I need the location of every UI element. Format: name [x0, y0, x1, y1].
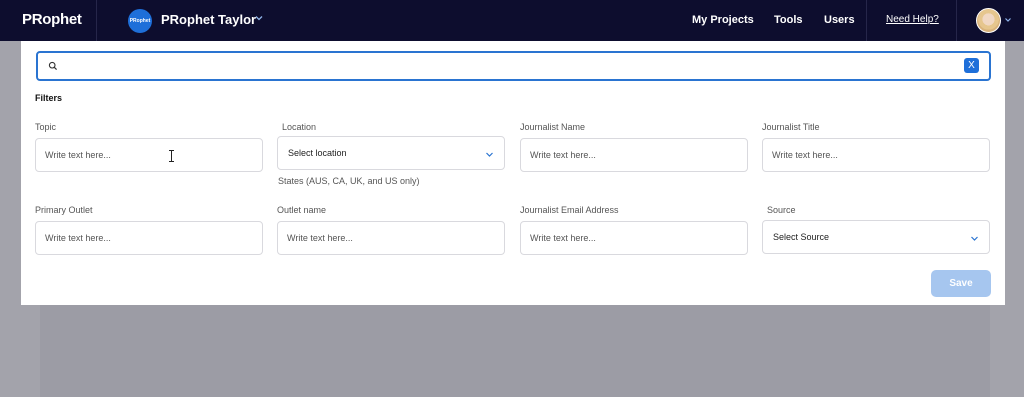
nav-divider — [866, 0, 867, 41]
journalist-title-label: Journalist Title — [762, 122, 820, 132]
source-label: Source — [767, 205, 796, 215]
text-cursor-icon — [169, 150, 174, 162]
journalist-email-input[interactable] — [530, 230, 730, 246]
background-page — [40, 305, 990, 397]
nav-my-projects[interactable]: My Projects — [692, 14, 754, 26]
save-button[interactable]: Save — [931, 270, 991, 297]
avatar[interactable] — [976, 8, 1001, 33]
filter-panel: X Filters Topic Location Select location… — [21, 41, 1005, 305]
clear-search-button[interactable]: X — [964, 58, 979, 73]
chevron-down-icon — [971, 236, 978, 241]
journalist-email-field[interactable] — [520, 221, 748, 255]
location-label: Location — [282, 122, 317, 132]
source-select[interactable]: Select Source — [762, 220, 990, 254]
nav-tools[interactable]: Tools — [774, 14, 803, 26]
outlet-name-label: Outlet name — [277, 205, 327, 215]
primary-outlet-input[interactable] — [45, 230, 245, 246]
primary-outlet-label: Primary Outlet — [35, 205, 93, 215]
location-select[interactable]: Select location — [277, 136, 505, 170]
nav-divider — [96, 0, 97, 41]
location-hint: States (AUS, CA, UK, and US only) — [278, 176, 420, 186]
brand-logo[interactable]: PRophet — [22, 11, 82, 28]
chevron-down-icon[interactable] — [1004, 16, 1012, 24]
top-navigation-bar: PRophet PRophet PRophet Taylor My Projec… — [0, 0, 1024, 41]
search-icon — [48, 61, 58, 71]
source-select-value: Select Source — [773, 232, 830, 242]
journalist-title-input[interactable] — [772, 147, 972, 163]
project-name[interactable]: PRophet Taylor — [161, 12, 256, 27]
search-bar[interactable]: X — [36, 51, 991, 81]
journalist-name-label: Journalist Name — [520, 122, 586, 132]
need-help-link[interactable]: Need Help? — [886, 14, 939, 25]
primary-outlet-field[interactable] — [35, 221, 263, 255]
project-logo: PRophet — [128, 9, 152, 33]
filters-heading: Filters — [35, 93, 63, 103]
topic-input[interactable] — [45, 147, 245, 163]
outlet-name-field[interactable] — [277, 221, 505, 255]
nav-users[interactable]: Users — [824, 14, 855, 26]
search-input[interactable] — [64, 57, 954, 75]
nav-divider — [956, 0, 957, 41]
location-select-value: Select location — [288, 148, 347, 158]
chevron-down-icon[interactable] — [254, 13, 264, 23]
journalist-email-label: Journalist Email Address — [520, 205, 619, 215]
journalist-name-input[interactable] — [530, 147, 730, 163]
outlet-name-input[interactable] — [287, 230, 487, 246]
topic-field[interactable] — [35, 138, 263, 172]
journalist-name-field[interactable] — [520, 138, 748, 172]
topic-label: Topic — [35, 122, 57, 132]
chevron-down-icon — [486, 152, 493, 157]
journalist-title-field[interactable] — [762, 138, 990, 172]
